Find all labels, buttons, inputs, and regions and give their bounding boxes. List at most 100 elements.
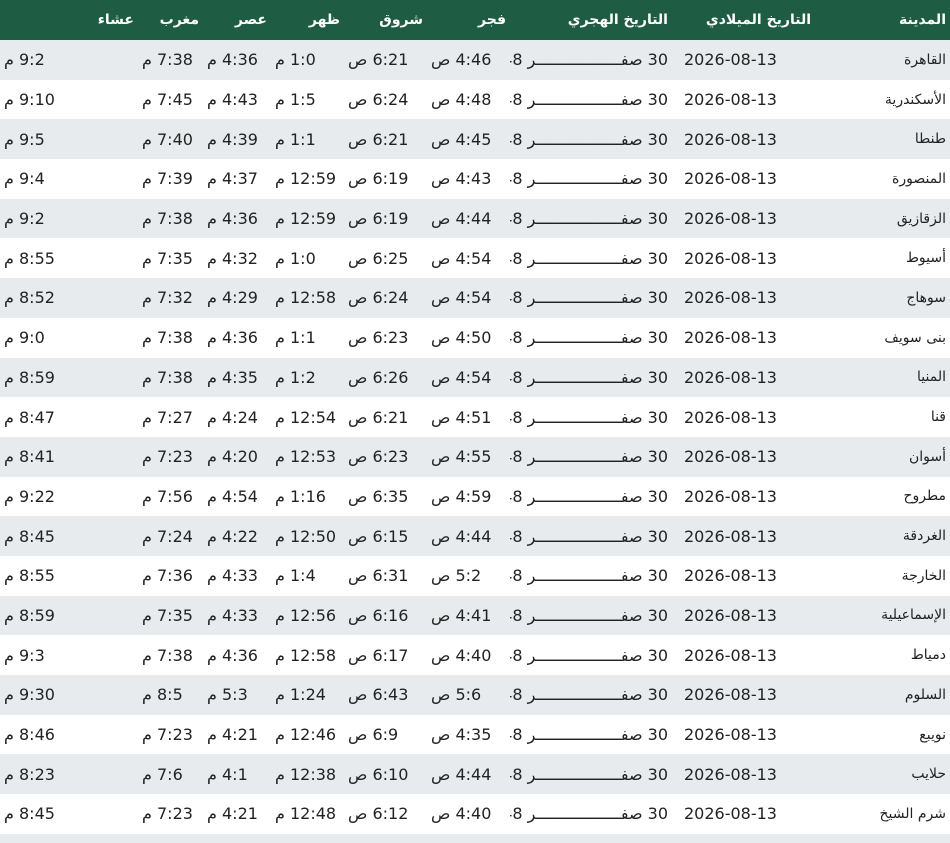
header-hijri-date: التاريخ الهجري <box>567 12 668 28</box>
sunrise-cell: 6:21 ص <box>348 407 409 427</box>
dhuhr-cell: 1:16 م <box>275 486 326 506</box>
maghrib-cell: 7:23 م <box>142 725 193 745</box>
city-cell: نويبع <box>919 726 946 743</box>
asr-cell: 4:36 م <box>207 328 258 348</box>
sunrise-cell: 6:35 ص <box>348 486 409 506</box>
sunrise-cell: 6:12 ص <box>348 804 409 824</box>
table-row: الزقازيق 2026-08-13 30 صفـــــــــــــــــ… <box>0 198 950 239</box>
sunrise-cell: 6:17 ص <box>348 645 409 665</box>
dhuhr-cell: 1:1 م <box>275 328 316 348</box>
hijri-date-cell: 30 صفــــــــــــــــــر 1448 <box>510 407 668 427</box>
gregorian-date-cell: 2026-08-13 <box>684 209 777 229</box>
table-row: السلوم 2026-08-13 30 صفــــــــــــــــــر… <box>0 675 950 715</box>
asr-cell: 4:37 م <box>207 169 258 189</box>
table-row: شرم الشيخ 2026-08-13 30 صفــــــــــــــــ… <box>0 794 950 834</box>
isha-cell: 8:47 م <box>4 407 55 427</box>
city-cell: المنيا <box>917 369 946 386</box>
dhuhr-cell: 12:50 م <box>275 526 337 546</box>
city-cell: مطروح <box>903 488 946 505</box>
sunrise-cell: 6:24 ص <box>348 288 409 308</box>
maghrib-cell: 7:23 م <box>142 447 193 467</box>
dhuhr-cell: 12:58 م <box>275 288 337 308</box>
city-cell: طنطا <box>914 131 946 148</box>
asr-cell: 4:32 م <box>207 248 258 268</box>
header-maghrib: مغرب <box>159 12 199 28</box>
fajr-cell: 4:44 ص <box>431 526 492 546</box>
dhuhr-cell: 12:58 م <box>275 645 337 665</box>
gregorian-date-cell: 2026-08-13 <box>684 605 777 625</box>
maghrib-cell: 7:56 م <box>142 486 193 506</box>
table-row: المنصورة 2026-08-13 30 صفـــــــــــــــــ… <box>0 159 950 199</box>
sunrise-cell: 6:21 ص <box>348 129 409 149</box>
table-row: مطروح 2026-08-13 30 صفــــــــــــــــــر … <box>0 476 950 517</box>
isha-cell: 8:55 م <box>4 566 55 586</box>
maghrib-cell: 7:36 م <box>142 566 193 586</box>
isha-cell: 8:23 م <box>4 764 55 784</box>
asr-cell: 4:36 م <box>207 645 258 665</box>
fajr-cell: 4:55 ص <box>431 447 492 467</box>
gregorian-date-cell: 2026-08-13 <box>684 407 777 427</box>
fajr-cell: 4:54 ص <box>431 248 492 268</box>
maghrib-cell: 7:32 م <box>142 288 193 308</box>
isha-cell: 9:0 م <box>4 328 45 348</box>
fajr-cell: 4:40 ص <box>431 645 492 665</box>
city-cell: بنى سويف <box>884 329 946 346</box>
gregorian-date-cell: 2026-08-13 <box>684 447 777 467</box>
city-cell: سوهاج <box>906 289 946 306</box>
hijri-date-cell: 30 صفــــــــــــــــــر 1448 <box>510 804 668 824</box>
table-row: طنطا 2026-08-13 30 صفــــــــــــــــــر 1… <box>0 119 950 160</box>
sunrise-cell: 6:31 ص <box>348 566 409 586</box>
gregorian-date-cell: 2026-08-13 <box>684 725 777 745</box>
table-header: المدينة التاريخ الميلادي التاريخ الهجري فجر… <box>0 0 950 40</box>
city-cell: المنصورة <box>892 170 946 187</box>
header-gregorian-date: التاريخ الميلادي <box>705 12 811 28</box>
asr-cell: 4:21 م <box>207 725 258 745</box>
gregorian-date-cell: 2026-08-13 <box>684 526 777 546</box>
gregorian-date-cell: 2026-08-13 <box>684 248 777 268</box>
gregorian-date-cell: 2026-08-13 <box>684 367 777 387</box>
asr-cell: 5:3 م <box>207 685 248 705</box>
gregorian-date-cell: 2026-08-13 <box>684 764 777 784</box>
hijri-date-cell: 30 صفــــــــــــــــــر 1448 <box>510 605 668 625</box>
maghrib-cell: 7:38 م <box>142 209 193 229</box>
asr-cell: 4:29 م <box>207 288 258 308</box>
isha-cell: 8:59 م <box>4 605 55 625</box>
hijri-date-cell: 30 صفــــــــــــــــــر 1448 <box>510 328 668 348</box>
table-row: قنا 2026-08-13 30 صفــــــــــــــــــر 14… <box>0 397 950 437</box>
hijri-date-cell: 30 صفــــــــــــــــــر 1448 <box>510 764 668 784</box>
asr-cell: 4:35 م <box>207 367 258 387</box>
asr-cell: 4:36 م <box>207 209 258 229</box>
asr-cell: 4:54 م <box>207 486 258 506</box>
city-cell: الزقازيق <box>896 210 946 227</box>
sunrise-cell: 6:9 ص <box>348 725 399 745</box>
isha-cell: 9:22 م <box>4 486 55 506</box>
prayer-times-table: المدينة التاريخ الميلادي التاريخ الهجري فجر… <box>0 0 950 834</box>
gregorian-date-cell: 2026-08-13 <box>684 50 777 70</box>
fajr-cell: 4:51 ص <box>431 407 492 427</box>
asr-cell: 4:36 م <box>207 50 258 70</box>
city-cell: حلايب <box>911 766 946 783</box>
fajr-cell: 4:41 ص <box>431 605 492 625</box>
asr-cell: 4:33 م <box>207 605 258 625</box>
asr-cell: 4:1 م <box>207 764 248 784</box>
sunrise-cell: 6:24 ص <box>348 90 409 110</box>
table-row: المنيا 2026-08-13 30 صفــــــــــــــــــر… <box>0 357 950 398</box>
hijri-date-cell: 30 صفــــــــــــــــــر 1448 <box>510 725 668 745</box>
city-cell: السلوم <box>904 686 946 703</box>
dhuhr-cell: 12:46 م <box>275 725 337 745</box>
table-row: أسوان 2026-08-13 30 صفــــــــــــــــــر … <box>0 436 950 477</box>
maghrib-cell: 7:35 م <box>142 605 193 625</box>
city-cell: أسوان <box>908 448 946 465</box>
isha-cell: 9:3 م <box>4 645 45 665</box>
maghrib-cell: 7:45 م <box>142 90 193 110</box>
hijri-date-cell: 30 صفــــــــــــــــــر 1448 <box>510 288 668 308</box>
isha-cell: 8:59 م <box>4 367 55 387</box>
city-cell: دمياط <box>910 647 946 664</box>
sunrise-cell: 6:25 ص <box>348 248 409 268</box>
fajr-cell: 4:59 ص <box>431 486 492 506</box>
city-cell: الإسماعيلية <box>881 607 946 624</box>
table-row: أسيوط 2026-08-13 30 صفــــــــــــــــــر … <box>0 238 950 279</box>
hijri-date-cell: 30 صفــــــــــــــــــر 1448 <box>510 129 668 149</box>
maghrib-cell: 7:39 م <box>142 169 193 189</box>
dhuhr-cell: 12:59 م <box>275 209 337 229</box>
